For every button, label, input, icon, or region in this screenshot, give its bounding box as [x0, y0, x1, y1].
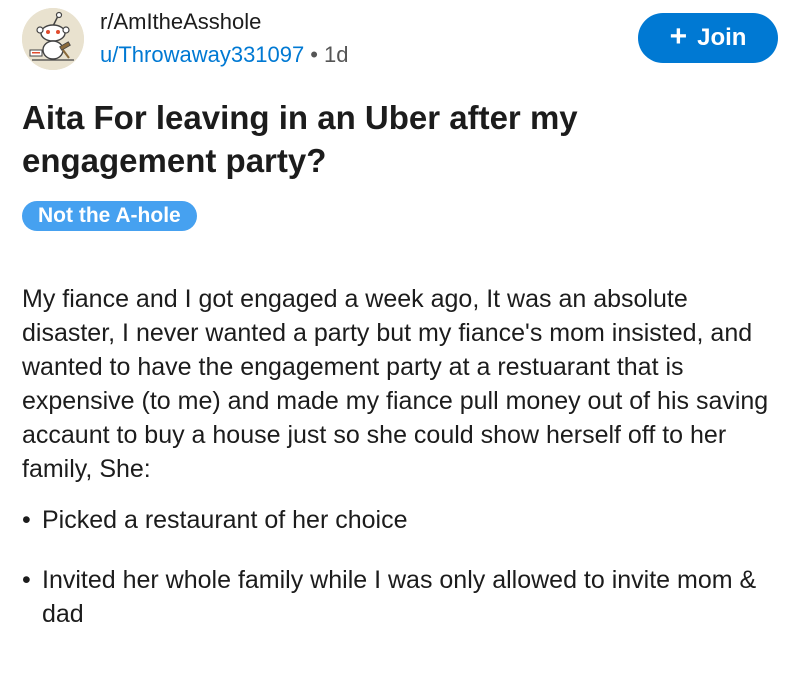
join-button[interactable]: + Join: [638, 13, 778, 63]
join-label: Join: [697, 24, 747, 51]
post-header: r/AmItheAsshole u/Throwaway331097 • 1d + J…: [22, 8, 778, 70]
author-line: u/Throwaway331097 • 1d: [100, 40, 348, 70]
subreddit-avatar[interactable]: [22, 8, 84, 70]
post-body: My fiance and I got engaged a week ago, …: [22, 282, 782, 631]
post-meta: r/AmItheAsshole u/Throwaway331097 • 1d: [100, 8, 348, 70]
meta-separator: •: [310, 42, 318, 67]
list-item: • Invited her whole family while I was o…: [22, 563, 782, 631]
post-bullet-list: • Picked a restaurant of her choice • In…: [22, 503, 782, 631]
post-flair[interactable]: Not the A-hole: [22, 201, 197, 231]
bullet-icon: •: [22, 566, 31, 594]
list-item-text: Invited her whole family while I was onl…: [42, 566, 757, 628]
snoo-judge-icon: [22, 8, 84, 70]
plus-icon: +: [669, 19, 688, 53]
list-item: • Picked a restaurant of her choice: [22, 503, 782, 537]
subreddit-name[interactable]: r/AmItheAsshole: [100, 8, 348, 36]
bullet-icon: •: [22, 506, 31, 534]
author-username[interactable]: u/Throwaway331097: [100, 42, 304, 67]
list-item-text: Picked a restaurant of her choice: [42, 506, 408, 534]
post-age: 1d: [323, 42, 349, 67]
post-body-paragraph: My fiance and I got engaged a week ago, …: [22, 285, 769, 483]
post-title[interactable]: Aita For leaving in an Uber after my eng…: [22, 96, 742, 182]
